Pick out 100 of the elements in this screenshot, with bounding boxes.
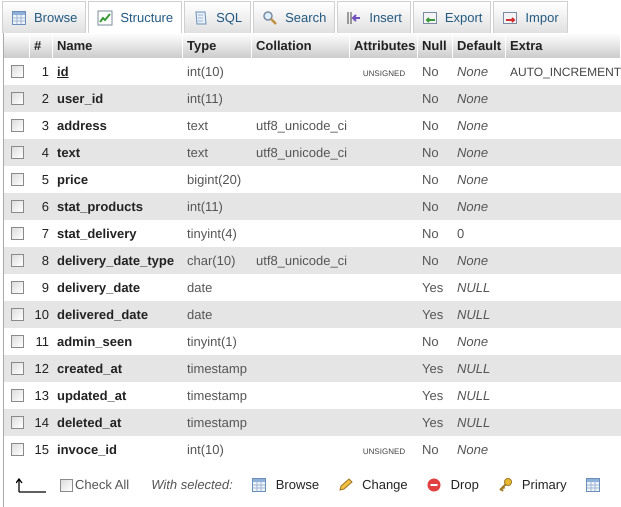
column-type: bigint(20)	[186, 170, 242, 189]
column-type: tinyint(4)	[186, 224, 238, 243]
tab[interactable]: Search	[253, 1, 336, 33]
action-button[interactable]: Browse	[250, 475, 320, 495]
pencil-icon	[337, 477, 354, 493]
row-number: 8	[40, 252, 50, 270]
default-value: None	[456, 116, 490, 135]
column-name: delivery_date_type	[56, 252, 176, 270]
row-number: 1	[40, 62, 50, 81]
row-checkbox[interactable]	[10, 200, 24, 213]
null-value: No	[421, 440, 440, 459]
default-value: None	[456, 440, 490, 459]
column-type: timestamp	[186, 386, 248, 405]
default-value: NULL	[456, 278, 492, 297]
null-value: No	[421, 224, 440, 243]
row-checkbox[interactable]	[10, 416, 24, 429]
collation: utf8_unicode_ci	[255, 116, 348, 135]
column-name: price	[56, 170, 90, 189]
null-value: Yes	[421, 360, 444, 378]
column-type: text	[186, 116, 209, 135]
null-value: Yes	[421, 414, 444, 432]
column-name: stat_products	[56, 198, 144, 216]
default-value: None	[456, 198, 490, 216]
column-name: address	[56, 116, 108, 135]
row-checkbox[interactable]	[10, 254, 24, 267]
row-number: 5	[40, 170, 50, 189]
with-selected-label: With selected:	[151, 476, 233, 494]
tab[interactable]: Impor	[493, 1, 568, 33]
column-name: delivery_date	[56, 278, 142, 297]
row-number: 7	[40, 224, 50, 243]
null-value: Yes	[421, 386, 444, 405]
null-value: No	[421, 198, 440, 216]
column-type: tinyint(1)	[186, 332, 238, 351]
tab[interactable]: Export	[412, 1, 492, 33]
export-icon	[422, 10, 438, 26]
default-value: 0	[456, 224, 466, 243]
check-all-checkbox[interactable]	[60, 478, 73, 492]
search-icon	[262, 10, 278, 26]
tab[interactable]: Browse	[2, 1, 86, 33]
row-checkbox[interactable]	[10, 146, 24, 159]
action-button[interactable]: Primary	[496, 475, 567, 495]
row-number: 4	[40, 144, 50, 162]
row-checkbox[interactable]	[10, 362, 24, 375]
action-button[interactable]: Drop	[426, 475, 479, 495]
column-type: date	[186, 306, 214, 324]
row-number: 2	[40, 90, 50, 108]
row-checkbox[interactable]	[10, 173, 24, 186]
check-all-label[interactable]: Check All	[75, 475, 130, 495]
table-icon	[250, 477, 267, 493]
action-button[interactable]	[584, 477, 601, 493]
table-icon	[11, 10, 27, 26]
column-name: text	[56, 144, 82, 162]
tab[interactable]: Insert	[337, 1, 411, 33]
row-checkbox[interactable]	[10, 389, 24, 402]
arrow-up-icon	[16, 477, 46, 493]
row-checkbox[interactable]	[10, 227, 24, 240]
default-value: NULL	[456, 386, 492, 405]
null-value: No	[421, 116, 440, 135]
action-button[interactable]: Change	[337, 475, 408, 495]
null-value: No	[421, 62, 440, 81]
row-number: 10	[34, 306, 50, 324]
null-value: No	[421, 170, 440, 189]
row-checkbox[interactable]	[10, 92, 24, 105]
null-value: No	[421, 144, 440, 162]
column-name: created_at	[56, 360, 124, 378]
default-value: None	[456, 62, 490, 81]
row-checkbox[interactable]	[10, 281, 24, 294]
column-type: int(10)	[186, 62, 225, 81]
attributes: UNSIGNED	[362, 69, 406, 78]
drop-icon	[426, 477, 442, 493]
collation: utf8_unicode_ci	[255, 144, 348, 162]
tab[interactable]: SQL	[184, 1, 252, 33]
key-icon	[496, 477, 513, 493]
column-name: admin_seen	[56, 332, 134, 351]
column-type: text	[186, 144, 209, 162]
row-number: 3	[40, 116, 50, 135]
row-checkbox[interactable]	[10, 119, 24, 132]
structure-icon	[97, 10, 114, 26]
column-type: char(10)	[186, 252, 236, 270]
column-name: id	[56, 62, 70, 81]
row-checkbox[interactable]	[10, 335, 24, 348]
default-value: None	[456, 90, 490, 108]
collation: utf8_unicode_ci	[255, 252, 348, 270]
null-value: No	[421, 332, 440, 351]
column-name: stat_delivery	[56, 224, 138, 243]
row-checkbox[interactable]	[10, 308, 24, 321]
row-checkbox[interactable]	[10, 65, 24, 78]
row-number: 12	[34, 360, 50, 378]
column-name: deleted_at	[56, 414, 122, 432]
default-value: None	[456, 332, 490, 351]
default-value: NULL	[456, 306, 492, 324]
row-number: 15	[34, 440, 50, 459]
column-name: updated_at	[56, 386, 128, 405]
tab[interactable]: Structure	[88, 1, 182, 33]
null-value: No	[421, 90, 440, 108]
column-type: date	[186, 278, 214, 297]
import-icon	[502, 10, 518, 26]
row-number: 14	[34, 414, 50, 432]
row-checkbox[interactable]	[10, 443, 24, 456]
table-icon	[584, 477, 601, 493]
